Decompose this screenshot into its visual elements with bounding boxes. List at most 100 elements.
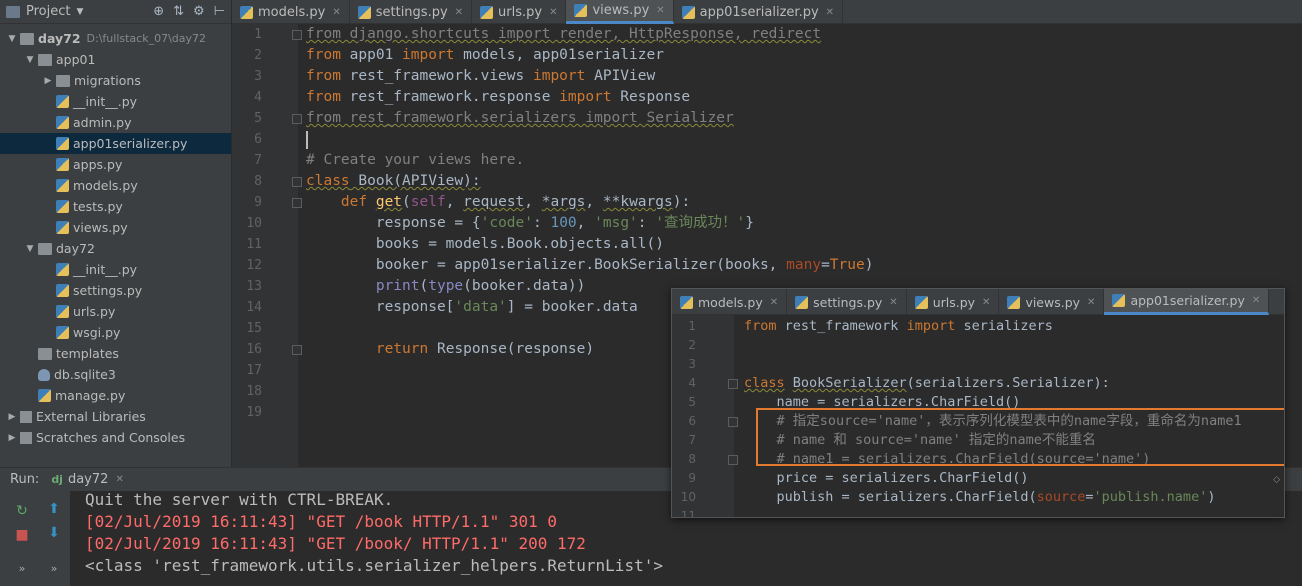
gear-icon[interactable]: ⚙ <box>193 4 205 19</box>
fold-marker-icon[interactable] <box>292 29 302 40</box>
tree-item[interactable]: ▼ day72 <box>0 238 231 259</box>
tab-settings-py[interactable]: settings.py ✕ <box>350 0 473 24</box>
tab-app01serializer-py[interactable]: app01serializer.py ✕ <box>674 0 844 24</box>
arrow-down-icon[interactable]: ⬇ <box>46 525 62 541</box>
code-token: ): <box>672 194 691 210</box>
chevron-right-icon[interactable]: ▶ <box>6 433 18 443</box>
line-number: 10 <box>246 216 262 231</box>
tree-item[interactable]: __init__.py <box>0 259 231 280</box>
collapse-icon[interactable]: ⇅ <box>173 4 184 19</box>
more-icon[interactable]: » <box>46 561 62 577</box>
tab-views-py[interactable]: views.py ✕ <box>566 0 674 24</box>
library-icon <box>20 410 32 423</box>
tree-item[interactable]: ▶ Scratches and Consoles <box>0 427 231 448</box>
tree-item-label: admin.py <box>73 115 132 130</box>
code-token: # Create your views here. <box>306 152 525 168</box>
hide-icon[interactable]: ⊢ <box>214 4 225 19</box>
fold-marker-icon[interactable] <box>292 113 302 124</box>
project-header[interactable]: Project ▼ ⊕ ⇅ ⚙ ⊢ <box>0 0 231 24</box>
chevron-down-icon[interactable]: ▼ <box>6 34 18 44</box>
close-icon[interactable]: ✕ <box>1252 295 1260 306</box>
tab-urls-py[interactable]: urls.py ✕ <box>907 289 1000 315</box>
folder-icon <box>38 53 52 66</box>
code-token: def <box>306 194 376 210</box>
tree-item[interactable]: manage.py <box>0 385 231 406</box>
tree-item[interactable]: urls.py <box>0 301 231 322</box>
code-line: response = {'code': 100, 'msg': '查询成功！'} <box>306 213 754 234</box>
chevron-down-icon[interactable]: ▼ <box>24 244 36 254</box>
line-number: 15 <box>246 321 262 336</box>
line-number: 2 <box>688 338 696 352</box>
fold-marker-icon[interactable] <box>728 454 738 465</box>
tree-item[interactable]: wsgi.py <box>0 322 231 343</box>
locate-icon[interactable]: ⊕ <box>153 4 164 19</box>
fold-marker-icon[interactable] <box>728 416 738 427</box>
code-token: from rest_framework.serializers import S… <box>306 110 734 126</box>
code-line: from rest_framework.views import APIView <box>306 66 655 87</box>
tree-item[interactable]: admin.py <box>0 112 231 133</box>
tree-item[interactable]: db.sqlite3 <box>0 364 231 385</box>
code-token: ( <box>402 194 411 210</box>
arrow-up-icon[interactable]: ⬆ <box>46 501 62 517</box>
tab-views-py[interactable]: views.py ✕ <box>999 289 1105 315</box>
tree-item[interactable]: ▼ day72 D:\fullstack_07\day72 <box>0 28 231 49</box>
code-line: def get(self, request, *args, **kwargs): <box>306 192 690 213</box>
close-icon[interactable]: ✕ <box>332 7 340 18</box>
tab-label: app01serializer.py <box>1130 293 1245 308</box>
tree-item[interactable]: apps.py <box>0 154 231 175</box>
close-icon[interactable]: ✕ <box>115 474 123 485</box>
tree-item[interactable]: app01serializer.py <box>0 133 231 154</box>
close-icon[interactable]: ✕ <box>455 7 463 18</box>
database-icon <box>38 368 50 381</box>
rerun-icon[interactable]: ↻ <box>14 503 30 519</box>
tree-item[interactable]: templates <box>0 343 231 364</box>
fold-marker-icon[interactable] <box>292 197 302 208</box>
close-icon[interactable]: ✕ <box>770 297 778 308</box>
tree-item[interactable]: tests.py <box>0 196 231 217</box>
fold-marker-icon[interactable] <box>292 176 302 187</box>
tree-item-label: urls.py <box>73 304 116 319</box>
serializer-editor-overlay: models.py ✕ settings.py ✕ urls.py ✕ views.py ✕ a… <box>671 288 1285 518</box>
tab-app01serializer-py[interactable]: app01serializer.py ✕ <box>1104 289 1270 315</box>
fold-marker-icon[interactable] <box>728 378 738 389</box>
tree-item[interactable]: models.py <box>0 175 231 196</box>
run-config-tab[interactable]: day72 <box>68 472 108 487</box>
tab-models-py[interactable]: models.py ✕ <box>232 0 350 24</box>
close-icon[interactable]: ✕ <box>889 297 897 308</box>
code-token: publish = serializers.CharField( <box>744 489 1037 505</box>
chevron-right-icon[interactable]: ▶ <box>6 412 18 422</box>
stop-icon[interactable]: ■ <box>14 527 30 543</box>
code-line: price = serializers.CharField() <box>744 469 1029 488</box>
tree-item[interactable]: settings.py <box>0 280 231 301</box>
project-title[interactable]: Project <box>26 4 70 19</box>
python-file-icon <box>795 295 809 309</box>
code-token: **kwargs <box>602 194 673 210</box>
close-icon[interactable]: ✕ <box>826 7 834 18</box>
chevron-down-icon[interactable]: ▼ <box>76 7 83 17</box>
close-icon[interactable]: ✕ <box>1087 297 1095 308</box>
line-number: 18 <box>246 384 262 399</box>
chevron-right-icon[interactable]: ▶ <box>42 76 54 86</box>
line-number: 12 <box>246 258 262 273</box>
tree-item[interactable]: ▶ migrations <box>0 70 231 91</box>
tab-models-py[interactable]: models.py ✕ <box>672 289 788 315</box>
tree-item[interactable]: views.py <box>0 217 231 238</box>
close-icon[interactable]: ✕ <box>656 5 664 16</box>
code-token: '查询成功！' <box>655 215 746 231</box>
tree-item[interactable]: __init__.py <box>0 91 231 112</box>
code-token: price = serializers.CharField() <box>744 470 1029 486</box>
code-token: rest_framework <box>776 318 907 334</box>
tree-item[interactable]: ▶ External Libraries <box>0 406 231 427</box>
line-number: 5 <box>688 395 696 409</box>
code-token: = <box>821 257 830 273</box>
close-icon[interactable]: ✕ <box>549 7 557 18</box>
tab-settings-py[interactable]: settings.py ✕ <box>787 289 907 315</box>
fold-marker-icon[interactable] <box>292 344 302 355</box>
tab-urls-py[interactable]: urls.py ✕ <box>472 0 567 24</box>
code-token: , <box>576 215 595 231</box>
more-icon[interactable]: » <box>14 561 30 577</box>
close-icon[interactable]: ✕ <box>982 297 990 308</box>
chevron-down-icon[interactable]: ▼ <box>24 55 36 65</box>
code-line: print(type(booker.data)) <box>306 276 586 297</box>
tree-item[interactable]: ▼ app01 <box>0 49 231 70</box>
